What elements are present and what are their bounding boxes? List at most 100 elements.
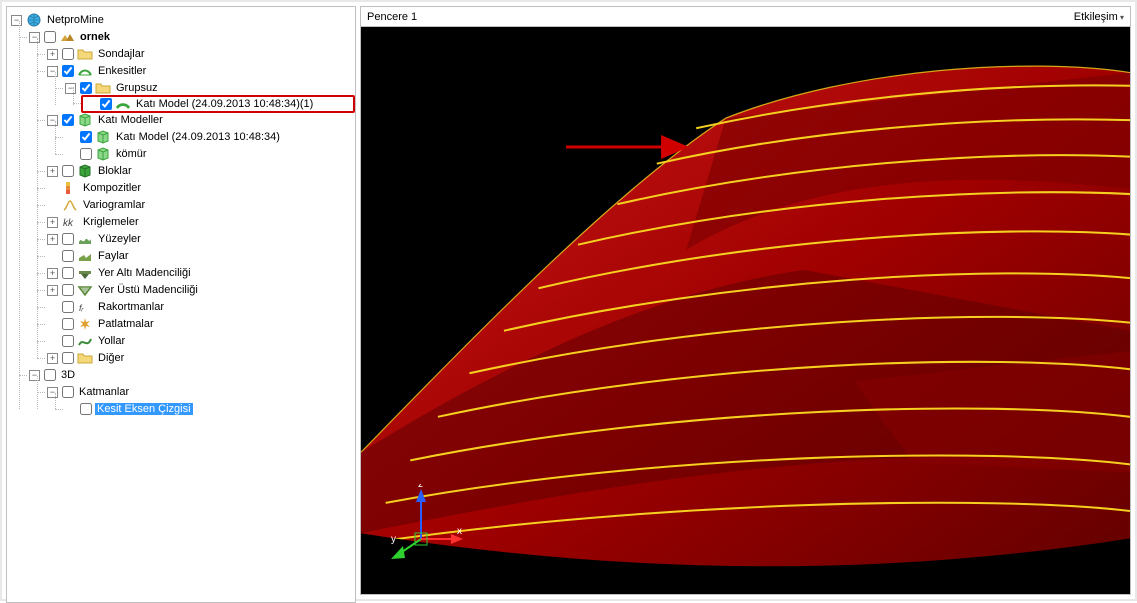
tree-checkbox[interactable] [62, 386, 74, 398]
tree-label: ornek [78, 31, 112, 43]
expand-icon[interactable]: + [47, 49, 58, 60]
tree-node-variogramlar[interactable]: Variogramlar [47, 197, 353, 213]
viewport-panel: Pencere 1 Etkileşim [360, 6, 1131, 595]
viewport-3d[interactable]: z x y [361, 27, 1130, 594]
tree-label: Katı Modeller [96, 114, 165, 126]
tree-node-katimodel-enkesit[interactable]: Katı Model (24.09.2013 10:48:34)(1) [85, 96, 315, 112]
fitting-icon: fᵣ [77, 299, 93, 315]
tree-checkbox[interactable] [62, 48, 74, 60]
tree-label: kömür [114, 148, 149, 160]
tree-checkbox[interactable] [62, 65, 74, 77]
tree-checkbox[interactable] [62, 284, 74, 296]
tree-checkbox[interactable] [62, 301, 74, 313]
project-tree-panel[interactable]: − NetproMine − [6, 6, 356, 603]
expand-icon[interactable]: + [47, 166, 58, 177]
interaction-dropdown[interactable]: Etkileşim [1074, 11, 1124, 23]
tree-checkbox[interactable] [62, 318, 74, 330]
tree-node-patlatmalar[interactable]: Patlatmalar [47, 316, 353, 332]
collapse-icon[interactable]: − [65, 83, 76, 94]
axis-y-label: y [391, 534, 396, 545]
tree-node-rakortmanlar[interactable]: fᵣ Rakortmanlar [47, 299, 353, 315]
folder-icon [77, 350, 93, 366]
tree-node-kompozitler[interactable]: Kompozitler [47, 180, 353, 196]
tree-checkbox[interactable] [62, 250, 74, 262]
tree-checkbox[interactable] [62, 233, 74, 245]
solid-icon [95, 146, 111, 162]
tree-node-diger[interactable]: + Diğer [47, 350, 353, 366]
tree-label: Kompozitler [81, 182, 143, 194]
tree-label: Grupsuz [114, 82, 160, 94]
tree-node-yerustu[interactable]: + Yer Üstü Madenciliği [47, 282, 353, 298]
tree-checkbox[interactable] [100, 98, 112, 110]
tree-node-sondajlar[interactable]: + Sondajlar [47, 46, 353, 62]
globe-icon [26, 12, 42, 28]
folder-icon [95, 80, 111, 96]
tree-checkbox[interactable] [62, 267, 74, 279]
expand-icon[interactable]: + [47, 285, 58, 296]
tree-label: NetproMine [45, 14, 106, 26]
collapse-icon[interactable]: − [29, 32, 40, 43]
tree-label: Diğer [96, 352, 126, 364]
tree-label: Kriglemeler [81, 216, 141, 228]
collapse-icon[interactable]: − [29, 370, 40, 381]
tree-checkbox[interactable] [62, 335, 74, 347]
highlighted-node: Katı Model (24.09.2013 10:48:34)(1) [81, 95, 355, 113]
tree-label: Katı Model (24.09.2013 10:48:34)(1) [134, 98, 315, 110]
tree-node-yuzeyler[interactable]: + Yüzeyler [47, 231, 353, 247]
road-icon [77, 333, 93, 349]
svg-text:fᵣ: fᵣ [79, 303, 84, 313]
tree-label: Yer Üstü Madenciliği [96, 284, 200, 296]
spacer [47, 251, 58, 262]
tree-node-enkesitler[interactable]: − Enkesitler [47, 63, 353, 79]
tree-checkbox[interactable] [80, 131, 92, 143]
tree-node-root[interactable]: − NetproMine [11, 12, 353, 28]
expand-icon[interactable]: + [47, 268, 58, 279]
tree-node-kesit-eksen[interactable]: Kesit Eksen Çizgisi [65, 401, 353, 417]
tree-label: Patlatmalar [96, 318, 156, 330]
tree-node-kriglemeler[interactable]: + kk Kriglemeler [47, 214, 353, 230]
expand-icon[interactable]: + [47, 353, 58, 364]
collapse-icon[interactable]: − [47, 115, 58, 126]
tree-checkbox[interactable] [62, 352, 74, 364]
tree-node-3d[interactable]: − 3D [29, 367, 353, 383]
tree-checkbox[interactable] [80, 82, 92, 94]
tree-node-komur[interactable]: kömür [65, 146, 353, 162]
tree-checkbox[interactable] [80, 403, 92, 415]
tree-checkbox[interactable] [44, 369, 56, 381]
spacer [65, 149, 76, 160]
kriging-icon: kk [62, 214, 78, 230]
surface-icon [77, 231, 93, 247]
tree-node-yeralti[interactable]: + Yer Altı Madenciliği [47, 265, 353, 281]
svg-text:kk: kk [63, 218, 74, 229]
expand-icon[interactable]: + [47, 217, 58, 228]
spacer [85, 99, 96, 110]
tree-node-katmanlar[interactable]: − Katmanlar [47, 384, 353, 400]
tree-label-selected: Kesit Eksen Çizgisi [95, 403, 193, 415]
tree-label: Sondajlar [96, 48, 146, 60]
tree-node-yollar[interactable]: Yollar [47, 333, 353, 349]
collapse-icon[interactable]: − [47, 66, 58, 77]
block-icon [77, 163, 93, 179]
solid-icon [77, 112, 93, 128]
tree-node-bloklar[interactable]: + Bloklar [47, 163, 353, 179]
expand-icon[interactable]: + [47, 234, 58, 245]
tree-label: Enkesitler [96, 65, 148, 77]
tree-node-katimodeller[interactable]: − Katı Modeller [47, 112, 353, 128]
tree-label: 3D [59, 369, 77, 381]
tree-node-project[interactable]: − ornek [29, 29, 353, 45]
collapse-icon[interactable]: − [11, 15, 22, 26]
tree-checkbox[interactable] [62, 165, 74, 177]
collapse-icon[interactable]: − [47, 387, 58, 398]
tree-checkbox[interactable] [44, 31, 56, 43]
tree-label: Faylar [96, 250, 131, 262]
tree-node-grupsuz[interactable]: − Grupsuz [65, 80, 353, 96]
spacer [65, 404, 76, 415]
spacer [47, 336, 58, 347]
tree-node-faylar[interactable]: Faylar [47, 248, 353, 264]
tree-checkbox[interactable] [62, 114, 74, 126]
axis-gizmo[interactable]: z x y [391, 484, 471, 564]
tree-checkbox[interactable] [80, 148, 92, 160]
tree-node-katimodel[interactable]: Katı Model (24.09.2013 10:48:34) [65, 129, 353, 145]
axis-x-label: x [457, 526, 462, 537]
mine-icon [59, 29, 75, 45]
